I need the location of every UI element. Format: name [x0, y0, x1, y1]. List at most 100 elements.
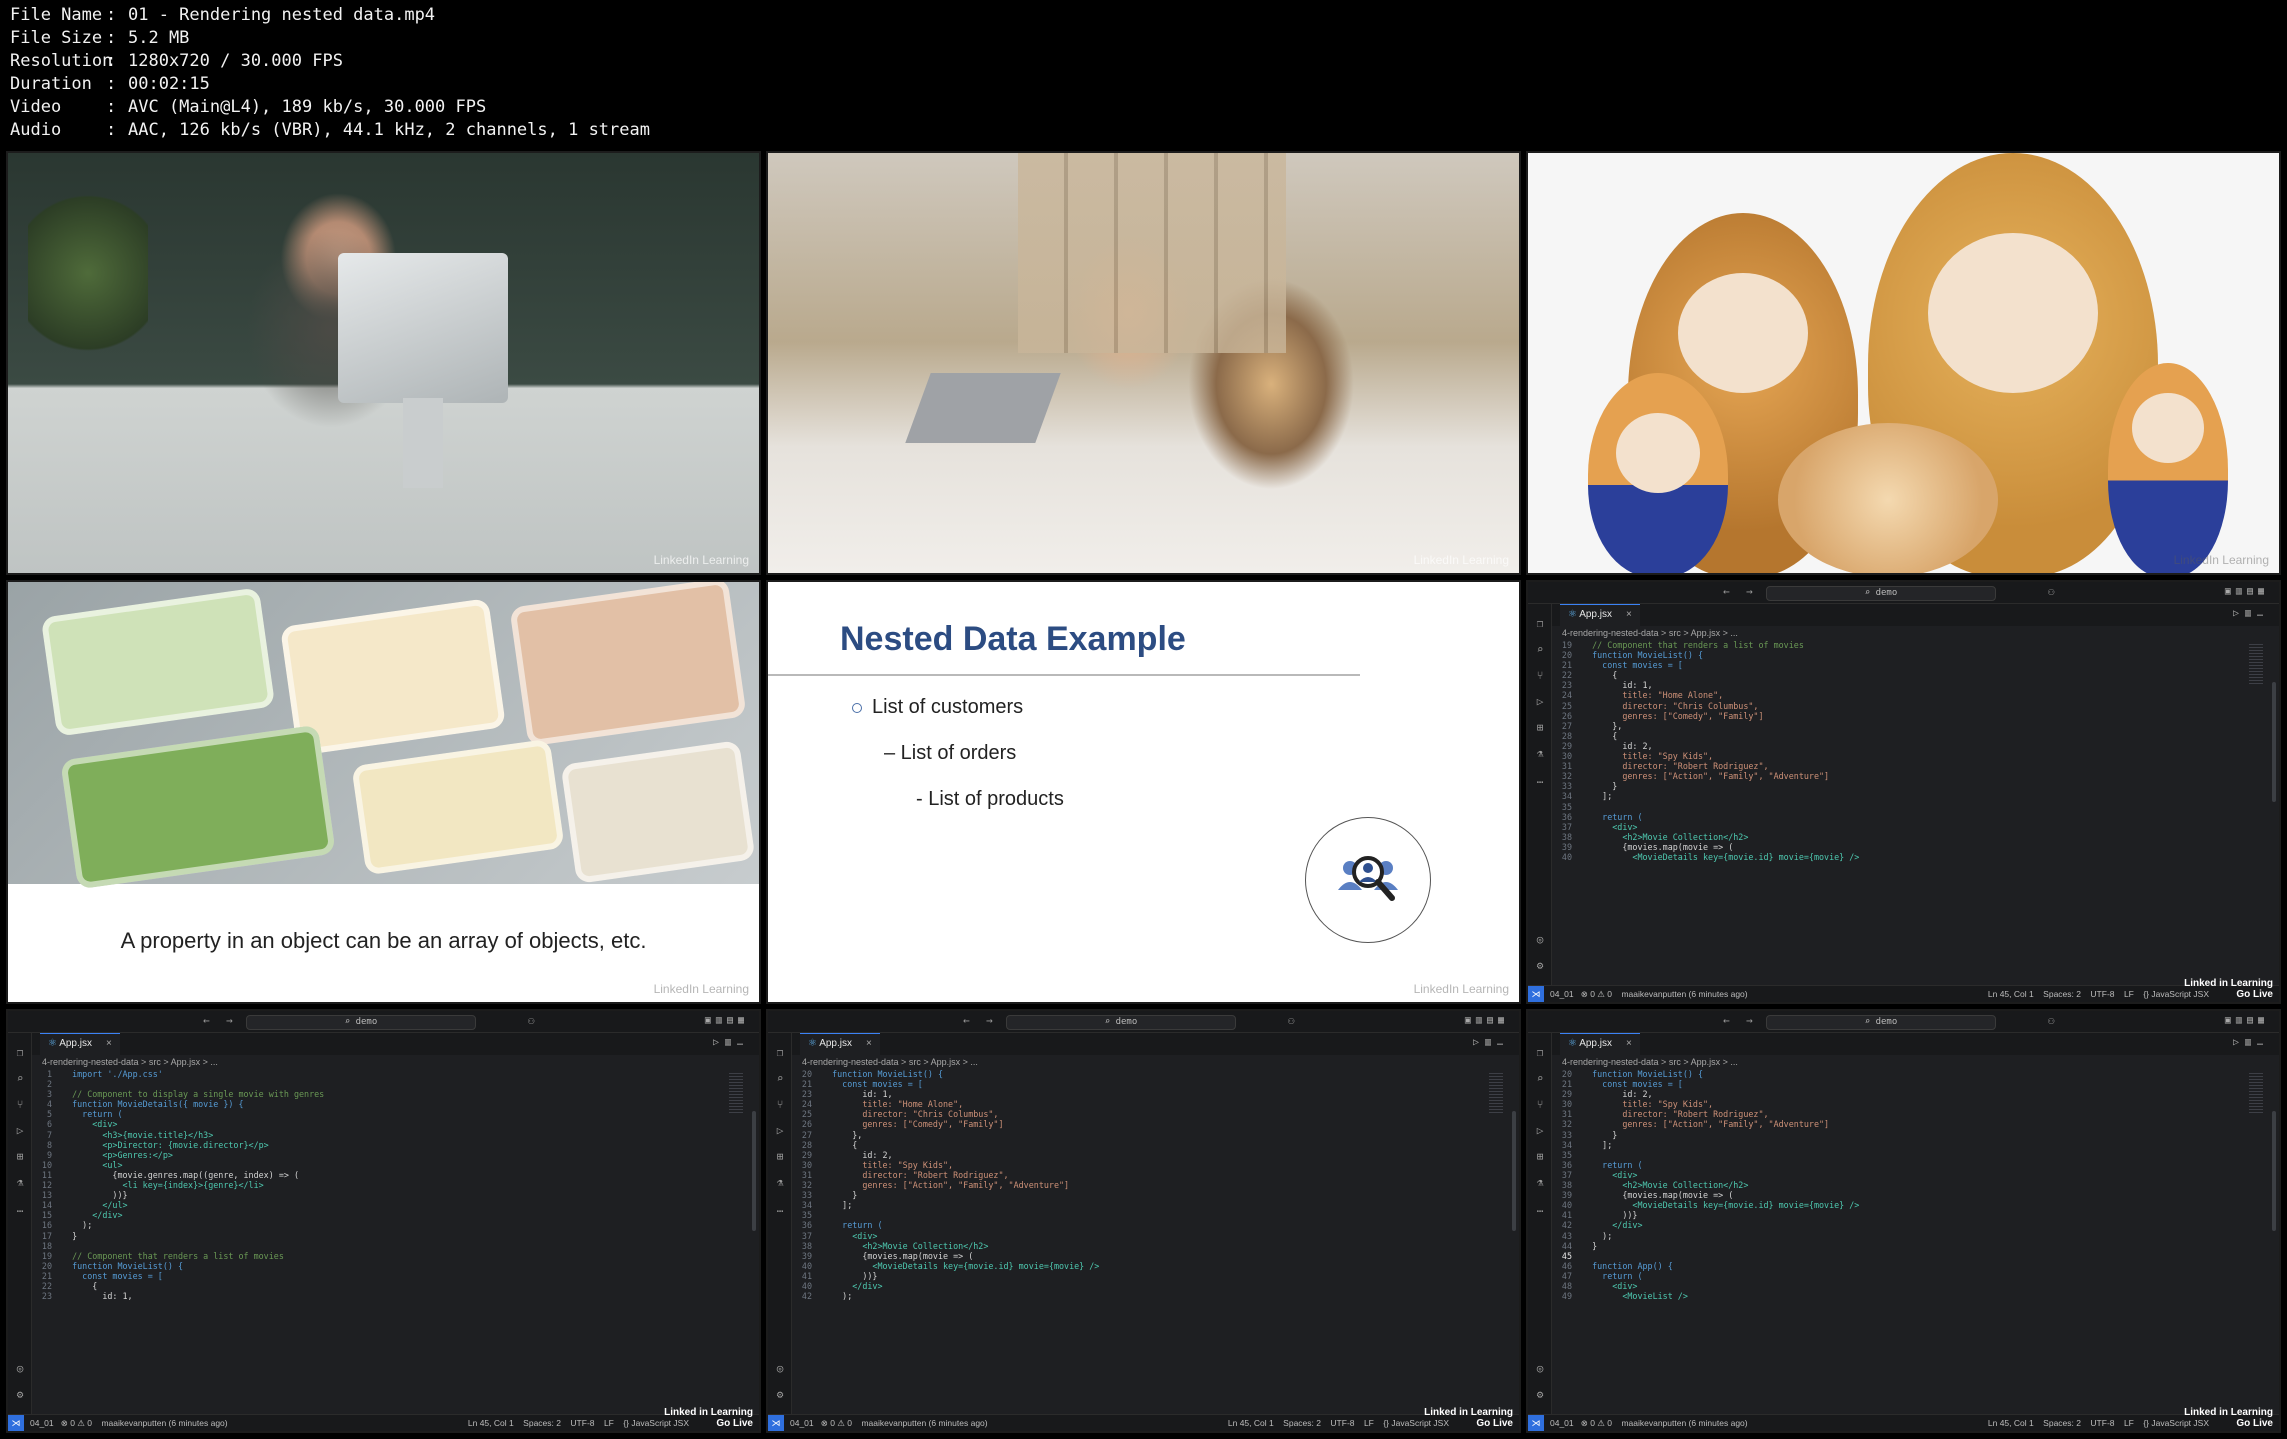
code-line[interactable]: 33 } [1552, 1130, 2239, 1140]
remote-indicator-icon[interactable]: ⋊ [8, 1415, 24, 1431]
editor-actions[interactable]: ▷▥… [713, 1037, 749, 1048]
remote-indicator-icon[interactable]: ⋊ [1528, 986, 1544, 1002]
editor-actions[interactable]: ▷▥… [2233, 608, 2269, 619]
run-debug-icon[interactable]: ▷ [14, 1125, 26, 1137]
extensions-icon[interactable]: ⊞ [774, 1151, 786, 1163]
code-line[interactable]: 31 director: "Robert Rodriguez", [792, 1170, 1479, 1180]
minimap[interactable] [2249, 1073, 2263, 1113]
code-line[interactable]: 36 return ( [1552, 1160, 2239, 1170]
explorer-icon[interactable]: ❐ [14, 1047, 26, 1059]
command-search-input[interactable]: ⌕ demo [1006, 1015, 1236, 1030]
close-tab-icon[interactable]: × [1626, 1038, 1632, 1049]
code-line[interactable]: 32 genres: ["Action", "Family", "Adventu… [1552, 1119, 2239, 1129]
code-line[interactable]: 27 }, [1552, 721, 2239, 731]
minimap[interactable] [1489, 1073, 1503, 1113]
forward-arrow-icon[interactable]: → [1746, 1014, 1753, 1027]
code-line[interactable]: 20 function MovieList() { [1552, 650, 2239, 660]
editor-actions[interactable]: ▷▥… [2233, 1037, 2269, 1048]
code-line[interactable]: 23 id: 1, [32, 1291, 719, 1301]
code-line[interactable]: 14 </ul> [32, 1200, 719, 1210]
code-line[interactable]: 35 [1552, 1150, 2239, 1160]
code-line[interactable]: 40 <MovieDetails key={movie.id} movie={m… [792, 1261, 1479, 1271]
tab-app-jsx[interactable]: ⚛ App.jsx × [1560, 1033, 1640, 1055]
code-line[interactable]: 37 <div> [1552, 822, 2239, 832]
code-line[interactable]: 43 ); [1552, 1231, 2239, 1241]
testing-icon[interactable]: ⚗ [1534, 748, 1546, 760]
code-line[interactable]: 33 } [792, 1190, 1479, 1200]
extensions-icon[interactable]: ⊞ [1534, 722, 1546, 734]
code-line[interactable]: 24 title: "Home Alone", [792, 1099, 1479, 1109]
copilot-icon[interactable]: ⚇ [528, 1014, 535, 1027]
settings-gear-icon[interactable]: ⚙ [1534, 1389, 1546, 1401]
thumbnail-two-women[interactable]: LinkedIn Learning [766, 151, 1521, 575]
code-line[interactable]: 37 <div> [1552, 1170, 2239, 1180]
editor-panel[interactable]: ← → ⌕ demo ⚇ ▣▥▤▦ ❐ ⌕ ⑂ ▷ ⊞ ⚗ … ◎ ⚙ ⚛ Ap… [1526, 580, 2281, 1004]
status-right[interactable]: Ln 45, Col 1 Spaces: 2 UTF-8 LF {} JavaS… [1228, 1418, 1449, 1428]
source-control-icon[interactable]: ⑂ [14, 1099, 26, 1111]
tab-app-jsx[interactable]: ⚛ App.jsx × [40, 1033, 120, 1055]
tab-app-jsx[interactable]: ⚛ App.jsx × [1560, 604, 1640, 626]
remote-indicator-icon[interactable]: ⋊ [1528, 1415, 1544, 1431]
layout-buttons[interactable]: ▣▥▤▦ [2225, 586, 2269, 597]
code-line[interactable]: 36 return ( [1552, 812, 2239, 822]
search-icon[interactable]: ⌕ [774, 1073, 786, 1085]
code-editor[interactable]: 1 import './App.css' 2 3 // Component to d… [32, 1069, 719, 1414]
code-line[interactable]: 12 <li key={index}>{genre}</li> [32, 1180, 719, 1190]
code-line[interactable]: 23 id: 1, [1552, 680, 2239, 690]
explorer-icon[interactable]: ❐ [774, 1047, 786, 1059]
code-line[interactable]: 1 import './App.css' [32, 1069, 719, 1079]
scrollbar[interactable] [752, 1111, 756, 1231]
code-line[interactable]: 23 id: 1, [792, 1089, 1479, 1099]
code-line[interactable]: 18 [32, 1241, 719, 1251]
code-line[interactable]: 45 [1552, 1251, 2239, 1261]
more-icon[interactable]: … [1534, 774, 1546, 786]
source-control-icon[interactable]: ⑂ [774, 1099, 786, 1111]
run-debug-icon[interactable]: ▷ [1534, 1125, 1546, 1137]
account-icon[interactable]: ◎ [774, 1363, 786, 1375]
breadcrumb[interactable]: 4-rendering-nested-data > src > App.jsx … [42, 1057, 218, 1067]
code-line[interactable]: 22 { [32, 1281, 719, 1291]
code-line[interactable]: 10 <ul> [32, 1160, 719, 1170]
status-left[interactable]: 04_01 ⊗ 0 ⚠ 0 maaikevanputten (6 minutes… [30, 1418, 228, 1429]
explorer-icon[interactable]: ❐ [1534, 618, 1546, 630]
minimap[interactable] [2249, 644, 2263, 684]
code-line[interactable]: 38 <h2>Movie Collection</h2> [1552, 832, 2239, 842]
extensions-icon[interactable]: ⊞ [1534, 1151, 1546, 1163]
code-editor[interactable]: 20 function MovieList() {21 const movies… [792, 1069, 1479, 1414]
more-icon[interactable]: … [14, 1203, 26, 1215]
code-line[interactable]: 21 const movies = [ [792, 1079, 1479, 1089]
settings-gear-icon[interactable]: ⚙ [14, 1389, 26, 1401]
command-search-input[interactable]: ⌕ demo [1766, 1015, 1996, 1030]
code-line[interactable]: 6 <div> [32, 1119, 719, 1129]
copilot-icon[interactable]: ⚇ [2048, 1014, 2055, 1027]
code-line[interactable]: 31 director: "Robert Rodriguez", [1552, 1109, 2239, 1119]
code-line[interactable]: 40 <MovieDetails key={movie.id} movie={m… [1552, 852, 2239, 862]
status-left[interactable]: 04_01 ⊗ 0 ⚠ 0 maaikevanputten (6 minutes… [790, 1418, 988, 1429]
code-line[interactable]: 26 genres: ["Comedy", "Family"] [792, 1119, 1479, 1129]
code-line[interactable]: 30 title: "Spy Kids", [1552, 751, 2239, 761]
status-left[interactable]: 04_01 ⊗ 0 ⚠ 0 maaikevanputten (6 minutes… [1550, 1418, 1748, 1429]
scrollbar[interactable] [1512, 1111, 1516, 1231]
code-line[interactable]: 38 <h2>Movie Collection</h2> [792, 1241, 1479, 1251]
code-line[interactable]: 36 return ( [792, 1220, 1479, 1230]
forward-arrow-icon[interactable]: → [1746, 585, 1753, 598]
code-line[interactable]: 47 return ( [1552, 1271, 2239, 1281]
code-line[interactable]: 11 {movie.genres.map((genre, index) => ( [32, 1170, 719, 1180]
code-line[interactable]: 39 {movies.map(movie => ( [1552, 842, 2239, 852]
code-line[interactable]: 17 } [32, 1231, 719, 1241]
code-line[interactable]: 24 title: "Home Alone", [1552, 690, 2239, 700]
code-line[interactable]: 41 ))} [1552, 1210, 2239, 1220]
code-line[interactable]: 28 { [1552, 731, 2239, 741]
extensions-icon[interactable]: ⊞ [14, 1151, 26, 1163]
code-line[interactable]: 30 title: "Spy Kids", [792, 1160, 1479, 1170]
code-line[interactable]: 38 <h2>Movie Collection</h2> [1552, 1180, 2239, 1190]
code-line[interactable]: 5 return ( [32, 1109, 719, 1119]
code-line[interactable]: 20 function MovieList() { [32, 1261, 719, 1271]
code-line[interactable]: 29 id: 2, [1552, 741, 2239, 751]
code-line[interactable]: 48 <div> [1552, 1281, 2239, 1291]
testing-icon[interactable]: ⚗ [774, 1177, 786, 1189]
code-line[interactable]: 21 const movies = [ [1552, 1079, 2239, 1089]
editor-panel[interactable]: ← → ⌕ demo ⚇ ▣▥▤▦ ❐ ⌕ ⑂ ▷ ⊞ ⚗ … ◎ ⚙ ⚛ Ap… [1526, 1009, 2281, 1433]
code-line[interactable]: 35 [792, 1210, 1479, 1220]
code-line[interactable]: 37 <div> [792, 1231, 1479, 1241]
